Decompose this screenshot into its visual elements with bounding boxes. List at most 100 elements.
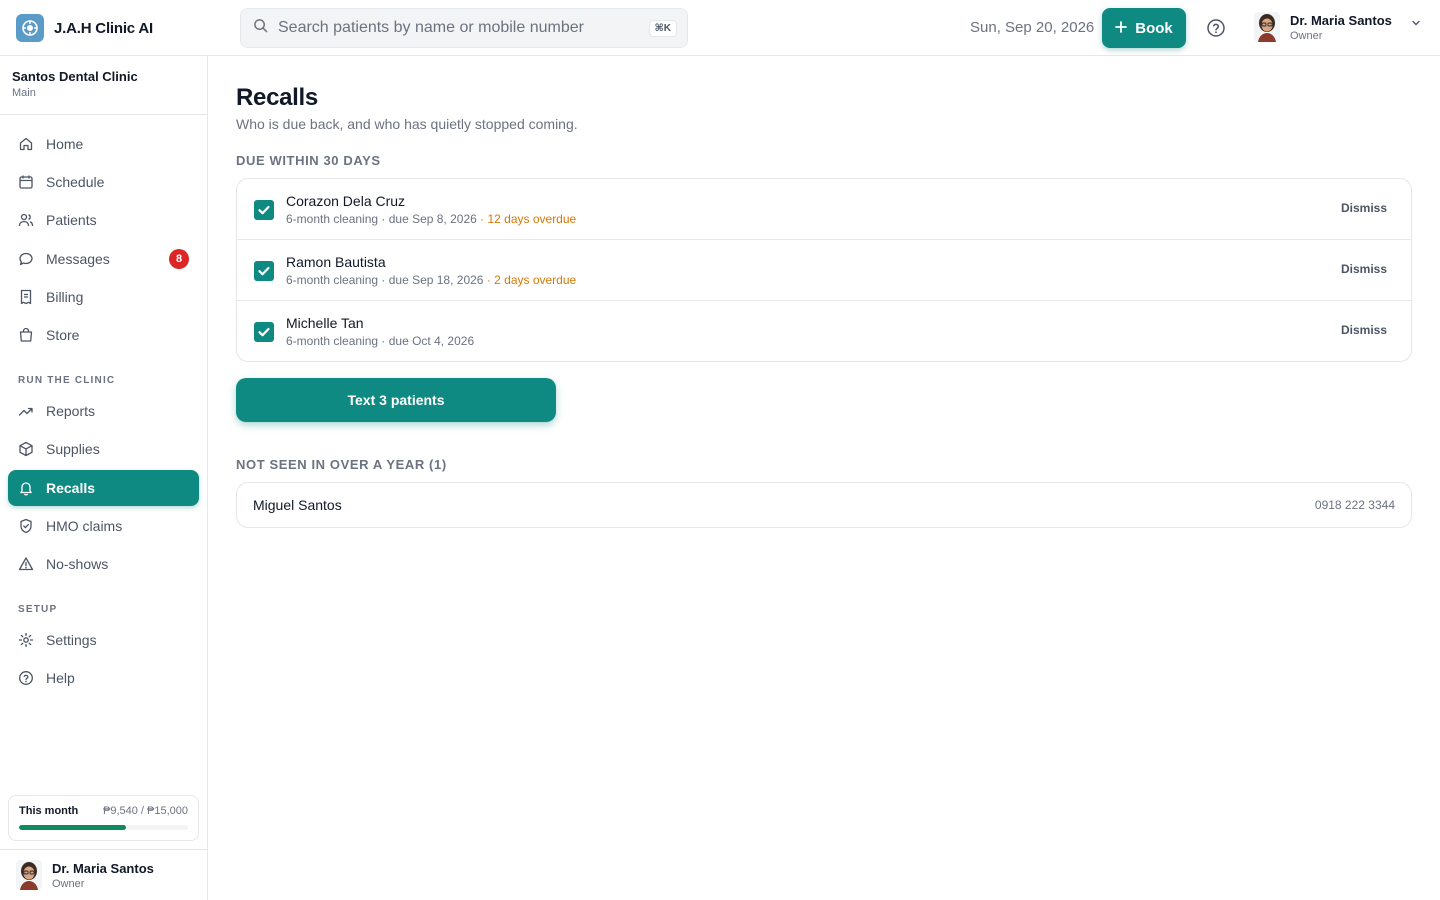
recall-meta: 6-month cleaning · due Sep 18, 2026 · 2 … [286,273,576,287]
sidebar-item-label: Supplies [46,441,100,457]
plus-icon [1115,20,1128,37]
sidebar-item-settings[interactable]: Settings [8,622,199,658]
text-patients-button[interactable]: Text 3 patients [236,378,556,422]
check-icon [258,266,270,276]
user-role: Owner [1290,29,1323,42]
due-section-title: DUE WITHIN 30 DAYS [236,153,381,168]
recall-checkbox[interactable] [254,322,274,342]
sidebar-item-label: Patients [46,212,97,228]
app-logo-icon [16,14,44,42]
brand[interactable]: J.A.H Clinic AI [16,14,153,42]
patient-name[interactable]: Corazon Dela Cruz [286,193,405,209]
page-subtitle: Who is due back, and who has quietly sto… [236,116,578,132]
warning-icon [18,557,34,571]
sidebar-item-no-shows[interactable]: No-shows [8,546,199,582]
avatar [1254,12,1280,42]
app-name: J.A.H Clinic AI [54,19,153,37]
sidebar-item-label: Store [46,327,80,343]
recall-detail: 6-month cleaning · due Sep 18, 2026 [286,273,484,287]
check-icon [258,205,270,215]
sidebar-item-help[interactable]: Help [8,660,199,696]
sidebar-item-schedule[interactable]: Schedule [8,164,199,200]
clinic-branch: Main [12,87,36,99]
current-date: Sun, Sep 20, 2026 [970,19,1095,36]
lapsed-patient-row[interactable]: Miguel Santos 0918 222 3344 [236,482,1412,528]
page-title: Recalls [236,84,318,111]
unread-badge: 8 [169,249,189,269]
recall-meta: 6-month cleaning · due Sep 8, 2026 · 12 … [286,212,576,226]
user-menu[interactable]: Dr. Maria Santos Owner [1254,12,1422,42]
sidebar-item-label: Recalls [46,480,96,496]
recall-detail: 6-month cleaning · due Sep 8, 2026 [286,212,477,226]
month-progress-bar [19,825,188,830]
sidebar-item-label: Messages [46,251,110,267]
check-icon [258,327,270,337]
search-input[interactable] [278,19,649,37]
box-icon [19,441,33,457]
patient-name: Miguel Santos [253,497,342,513]
recall-meta: 6-month cleaning · due Oct 4, 2026 [286,334,474,348]
sidebar-item-label: Reports [46,403,96,419]
user-profile[interactable]: Dr. Maria Santos Owner [0,849,207,900]
lapsed-section-title: NOT SEEN IN OVER A YEAR (1) [236,457,447,472]
dismiss-button[interactable]: Dismiss [1341,201,1387,215]
patient-name[interactable]: Michelle Tan [286,315,364,331]
sidebar-item-hmo-claims[interactable]: HMO claims [8,508,199,544]
book-button[interactable]: Book [1102,8,1186,48]
user-role: Owner [52,877,85,890]
recall-row: Corazon Dela Cruz 6-month cleaning · due… [237,179,1411,240]
home-icon [19,137,33,151]
user-name: Dr. Maria Santos [52,860,154,876]
gear-icon [18,632,34,648]
overdue-label: · 2 days overdue [483,273,577,287]
trend-icon [18,407,33,416]
user-name: Dr. Maria Santos [1290,12,1392,28]
search-shortcut: ⌘K [648,19,677,37]
sidebar-item-reports[interactable]: Reports [8,393,199,429]
sidebar-item-patients[interactable]: Patients [8,202,199,238]
sidebar-item-store[interactable]: Store [8,317,199,353]
sidebar-item-label: Help [46,670,75,686]
users-icon [18,213,34,227]
due-recalls-list: Corazon Dela Cruz 6-month cleaning · due… [236,178,1412,362]
sidebar: Santos Dental Clinic Main Home Schedule … [0,56,208,900]
sidebar-item-supplies[interactable]: Supplies [8,431,199,467]
book-label: Book [1135,19,1173,37]
section-label-run: RUN THE CLINIC [18,375,116,386]
sidebar-item-label: Schedule [46,174,105,190]
search-icon [253,18,268,38]
sidebar-item-label: No-shows [46,556,109,572]
month-value: ₱9,540 / ₱15,000 [102,805,188,817]
monthly-goal-card: This month ₱9,540 / ₱15,000 [8,795,199,841]
month-progress-fill [19,825,127,830]
dismiss-button[interactable]: Dismiss [1341,262,1387,276]
sidebar-item-label: Settings [46,632,97,648]
sidebar-item-messages[interactable]: Messages 8 [8,241,199,277]
sidebar-item-recalls[interactable]: Recalls [8,470,199,506]
sidebar-item-label: Billing [46,289,84,305]
sidebar-item-home[interactable]: Home [8,126,199,162]
message-icon [19,252,33,266]
section-label-setup: SETUP [18,604,58,615]
overdue-label: · 12 days overdue [476,212,577,226]
patient-name[interactable]: Ramon Bautista [286,254,386,270]
avatar [16,860,42,890]
month-label: This month [19,805,79,817]
help-icon [19,671,33,685]
recall-row: Ramon Bautista 6-month cleaning · due Se… [237,240,1411,301]
recall-checkbox[interactable] [254,200,274,220]
bag-icon [19,327,33,342]
clinic-switcher[interactable]: Santos Dental Clinic Main [0,56,207,115]
sidebar-item-label: Home [46,136,84,152]
clinic-name: Santos Dental Clinic [12,69,138,84]
bell-icon [20,482,32,496]
recall-checkbox[interactable] [254,261,274,281]
chevron-down-icon [1410,16,1422,34]
shield-icon [20,518,32,534]
help-icon[interactable] [1205,17,1227,39]
top-bar: J.A.H Clinic AI ⌘K Sun, Sep 20, 2026 Boo… [0,0,1440,56]
patient-phone: 0918 222 3344 [1314,498,1395,512]
sidebar-item-billing[interactable]: Billing [8,279,199,315]
dismiss-button[interactable]: Dismiss [1341,323,1387,337]
search-box[interactable]: ⌘K [240,8,688,48]
